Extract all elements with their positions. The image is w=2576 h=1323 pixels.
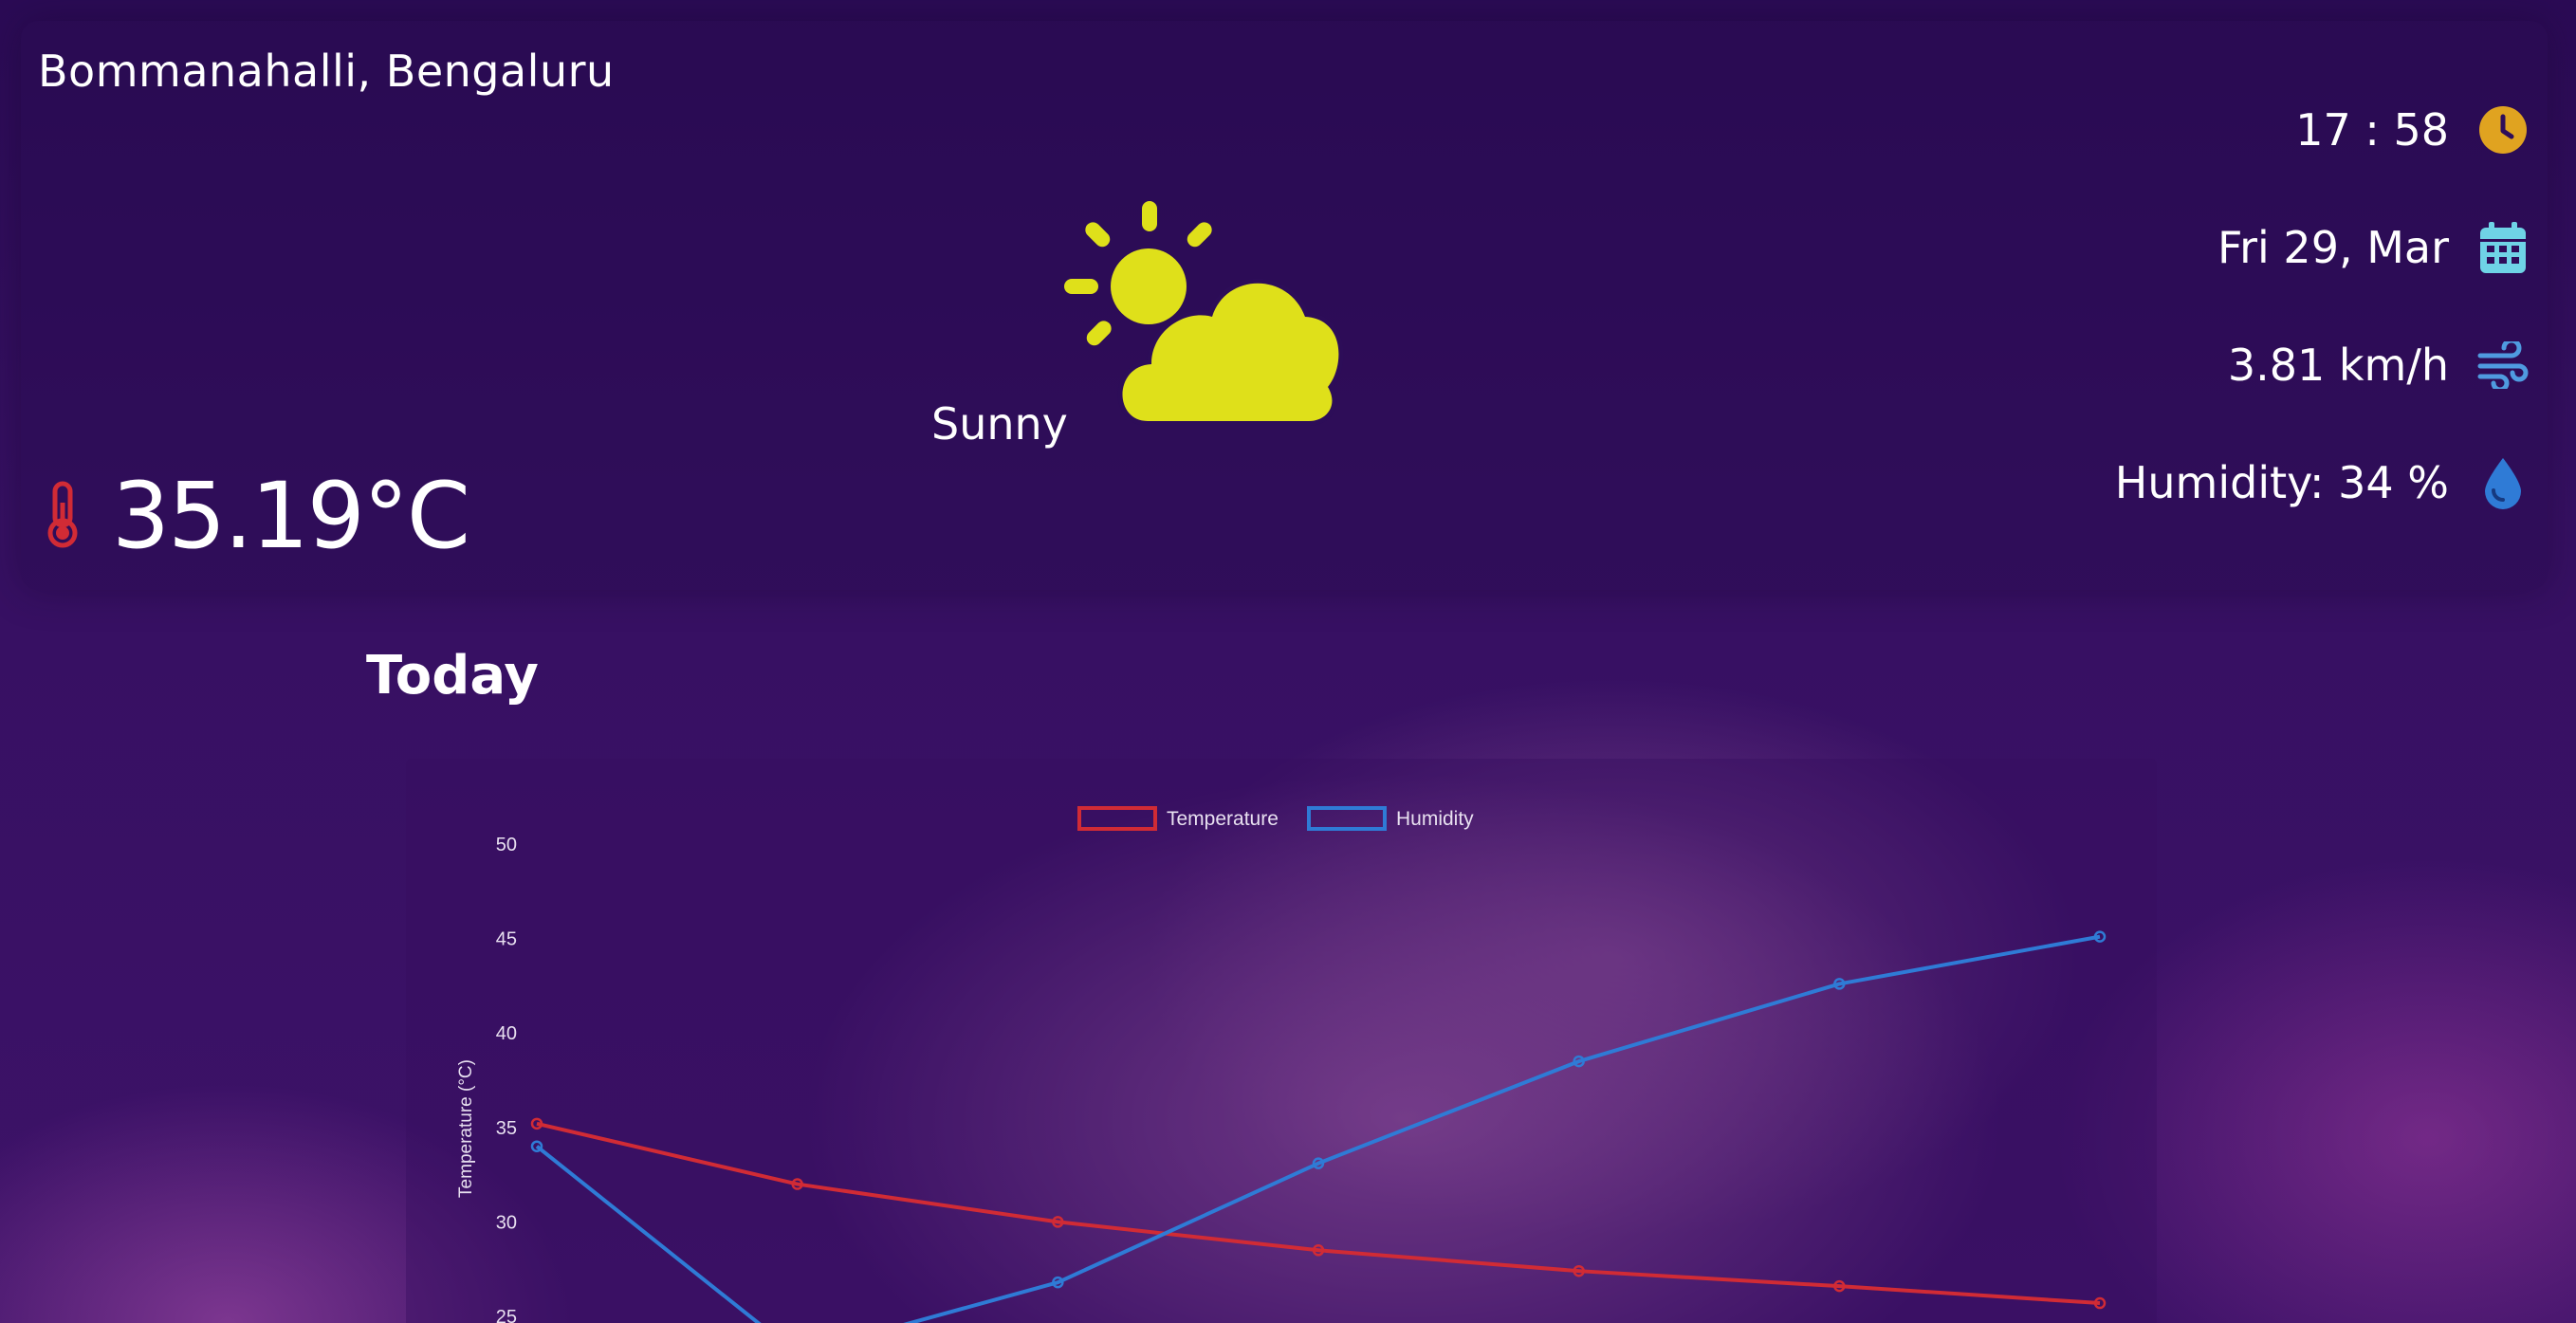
- series-line-humidity: [535, 934, 2101, 1323]
- today-chart: 25 30 35 40 45 50 Temperature (°C) Temperature H…: [456, 806, 2107, 1323]
- series-line-temperature: [536, 1121, 2101, 1306]
- y-tick-label: 50: [496, 835, 517, 855]
- y-tick-label: 45: [496, 929, 517, 950]
- y-tick-label: 25: [496, 1307, 517, 1323]
- y-tick-label: 40: [496, 1023, 517, 1044]
- legend-swatch-humidity: [1307, 806, 1387, 831]
- y-tick-label: 30: [496, 1212, 517, 1233]
- y-axis-label: Temperature (°C): [456, 1059, 476, 1198]
- legend-label-humidity: Humidity: [1396, 808, 1474, 830]
- y-tick-label: 35: [496, 1118, 517, 1139]
- legend-swatch-temperature: [1077, 806, 1157, 831]
- legend-label-temperature: Temperature: [1167, 808, 1279, 830]
